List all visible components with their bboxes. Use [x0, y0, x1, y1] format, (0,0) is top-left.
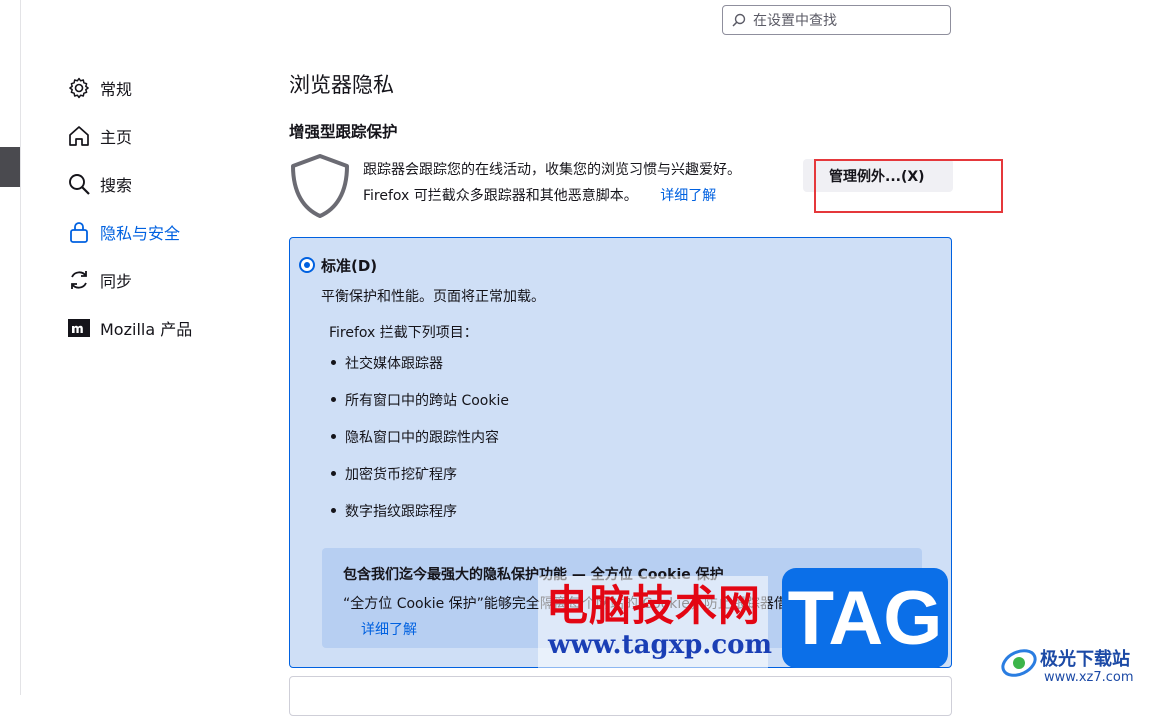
list-item: 数字指纹跟踪程序	[329, 501, 509, 538]
bullet-dot	[331, 471, 336, 476]
window-left-edge: ​	[0, 0, 21, 695]
site-name-watermark: 极光下载站	[1040, 649, 1130, 670]
standard-radio[interactable]	[299, 257, 315, 273]
etp-description-text: Firefox 可拦截众多跟踪器和其他恶意脚本。	[363, 188, 638, 204]
list-item-text: 数字指纹跟踪程序	[345, 504, 457, 520]
sidebar-item-search[interactable]: 搜索	[66, 160, 266, 208]
blocked-items-list: 社交媒体跟踪器 所有窗口中的跨站 Cookie 隐私窗口中的跟踪性内容 加密货币…	[329, 353, 509, 538]
bullet-dot	[331, 508, 336, 513]
sidebar-item-label: 搜索	[100, 176, 133, 195]
list-item: 加密货币挖矿程序	[329, 464, 509, 501]
site-logo-icon	[1001, 649, 1037, 677]
list-item-text: 隐私窗口中的跟踪性内容	[345, 430, 499, 446]
etp-learn-more-link[interactable]: 详细了解	[660, 188, 716, 204]
sidebar-nav: 常规 主页 搜索 隐私与安全 同步 Mozilla 产品	[66, 64, 266, 352]
blocks-list-title: Firefox 拦截下列项目：	[329, 325, 478, 341]
gear-icon	[66, 75, 92, 101]
etp-section-title: 增强型跟踪保护	[289, 123, 398, 141]
sidebar-item-label: 常规	[100, 80, 133, 99]
list-item-text: 加密货币挖矿程序	[345, 467, 457, 483]
bullet-dot	[331, 397, 336, 402]
sidebar-item-label: 主页	[100, 128, 133, 147]
sidebar-item-sync[interactable]: 同步	[66, 256, 266, 304]
settings-search-box[interactable]	[722, 5, 951, 35]
search-icon	[66, 171, 92, 197]
watermark-tag-logo: TAG	[782, 568, 948, 668]
standard-label[interactable]: 标准(D)	[321, 255, 377, 276]
highlight-annotation-box	[814, 159, 1003, 213]
etp-description-line2: Firefox 可拦截众多跟踪器和其他恶意脚本。 详细了解	[363, 185, 716, 205]
edge-scroll-block	[0, 147, 20, 187]
sidebar-item-privacy-security[interactable]: 隐私与安全	[66, 208, 266, 256]
bullet-dot	[331, 434, 336, 439]
info-learn-more-link[interactable]: 详细了解	[361, 622, 417, 638]
search-input[interactable]	[751, 10, 945, 32]
mozilla-icon	[66, 315, 92, 341]
etp-description-line1: 跟踪器会跟踪您的在线活动，收集您的浏览习惯与兴趣爱好。	[363, 162, 741, 178]
sidebar-item-general[interactable]: 常规	[66, 64, 266, 112]
list-item-text: 社交媒体跟踪器	[345, 356, 443, 372]
home-icon	[66, 123, 92, 149]
lock-icon	[66, 219, 92, 245]
shield-icon	[291, 154, 349, 218]
search-icon	[732, 13, 746, 27]
watermark-text: 电脑技术网	[546, 581, 762, 630]
list-item: 社交媒体跟踪器	[329, 353, 509, 390]
strict-protection-card[interactable]	[289, 676, 952, 716]
site-url-watermark: www.xz7.com	[1044, 670, 1134, 685]
sidebar-item-home[interactable]: 主页	[66, 112, 266, 160]
sidebar-item-label: 隐私与安全	[100, 224, 181, 243]
sidebar-item-mozilla-products[interactable]: Mozilla 产品	[66, 304, 266, 352]
list-item-text: 所有窗口中的跨站 Cookie	[345, 393, 509, 409]
sidebar-item-label: Mozilla 产品	[100, 320, 193, 339]
page-title: 浏览器隐私	[289, 73, 394, 97]
bullet-dot	[331, 360, 336, 365]
standard-description: 平衡保护和性能。页面将正常加载。	[321, 289, 545, 305]
watermark-url: www.tagxp.com	[548, 630, 773, 660]
list-item: 所有窗口中的跨站 Cookie	[329, 390, 509, 427]
sidebar-item-label: 同步	[100, 272, 133, 291]
list-item: 隐私窗口中的跟踪性内容	[329, 427, 509, 464]
sync-icon	[66, 267, 92, 293]
